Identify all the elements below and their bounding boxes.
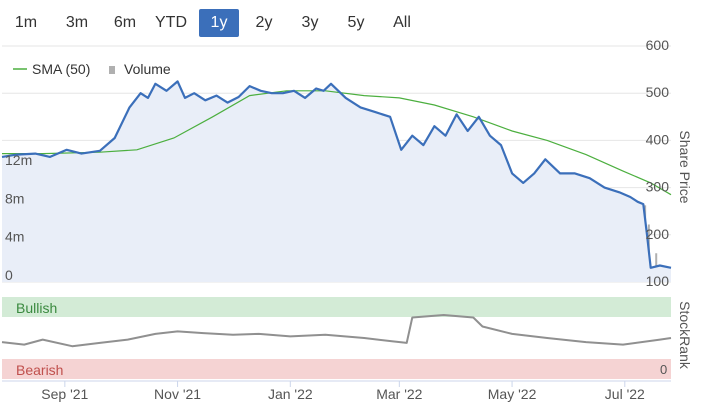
price-tick-label: 600	[646, 37, 670, 53]
price-tick-label: 100	[646, 273, 670, 289]
stock-chart: 100 200 300 400 500 600 0 4m 8m 12m SMA (50) Vol…	[1, 37, 693, 402]
volume-tick-label: 0	[5, 267, 13, 283]
price-tick-label: 400	[646, 131, 670, 147]
x-tick-label: Mar '22	[376, 386, 422, 402]
stockrank-line	[1, 314, 672, 348]
price-tick-label: 500	[646, 84, 670, 100]
price-tick-label: 200	[646, 226, 670, 242]
volume-tick-label: 12m	[5, 152, 32, 168]
x-tick-label: May '22	[488, 386, 537, 402]
price-tick-label: 300	[646, 179, 670, 195]
legend-volume-swatch	[109, 66, 115, 74]
stockrank-axis-title: StockRank	[677, 301, 693, 370]
bearish-band-label: Bearish	[16, 362, 63, 378]
stockrank-tick-0: 0	[660, 362, 667, 377]
x-tick-label: Nov '21	[154, 386, 201, 402]
price-axis-title: Share Price	[677, 130, 693, 203]
price-area-fill	[2, 81, 671, 283]
x-axis-ticks: Sep '21 Nov '21 Jan '22 Mar '22 May '22 Jul '…	[41, 381, 645, 402]
bearish-band	[2, 359, 671, 379]
bullish-band-label: Bullish	[16, 300, 57, 316]
volume-tick-label: 4m	[5, 229, 24, 245]
bullish-band	[2, 297, 671, 317]
x-tick-label: Jul '22	[605, 386, 645, 402]
legend-sma-label[interactable]: SMA (50)	[32, 61, 90, 77]
legend[interactable]: SMA (50) Volume	[13, 61, 171, 77]
legend-volume-label[interactable]: Volume	[124, 61, 171, 77]
volume-tick-label: 8m	[5, 190, 24, 206]
x-tick-label: Jan '22	[268, 386, 313, 402]
x-tick-label: Sep '21	[41, 386, 88, 402]
